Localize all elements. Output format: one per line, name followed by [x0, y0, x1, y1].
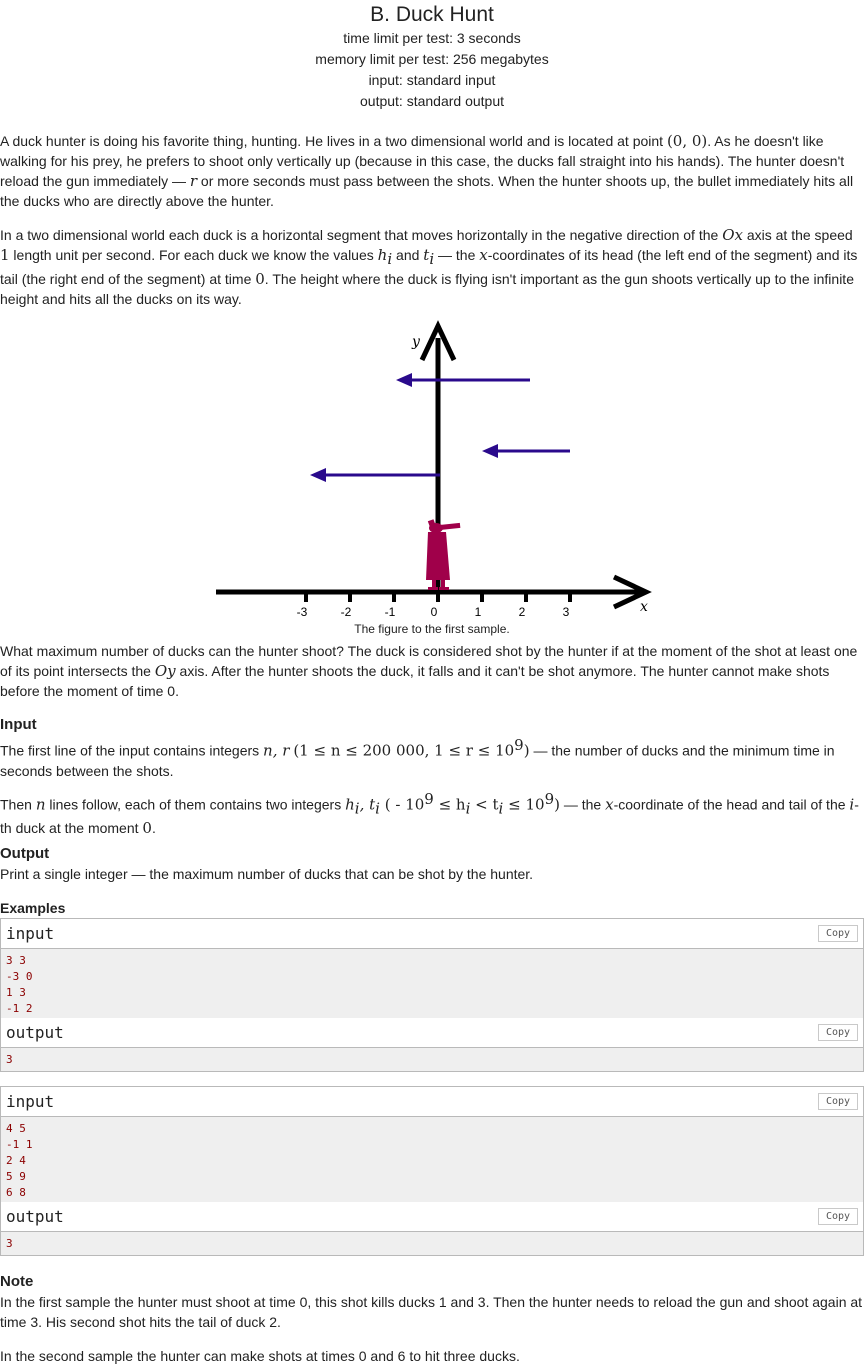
sample-1-input-text: 3 3 -3 0 1 3 -1 2 [1, 949, 863, 1019]
input-line-1: The first line of the input contains int… [0, 736, 835, 779]
sample-1-output-text: 3 [1, 1048, 863, 1071]
x-tick-label: 3 [563, 605, 570, 618]
note-title: Note [0, 1273, 34, 1290]
output-description: Print a single integer — the maximum num… [0, 866, 534, 882]
input-line-2: Then n lines follow, each of them contai… [0, 790, 859, 838]
sample-2-input-box: input Copy 4 5 -1 1 2 4 5 9 6 8 [0, 1086, 864, 1204]
x-tick-label: 0 [431, 605, 438, 618]
copy-button[interactable]: Copy [818, 1024, 858, 1041]
duck-hunt-figure: y x -3 -2 -1 0 1 2 3 [216, 320, 652, 618]
note-section: Note In the first sample the hunter must… [0, 1272, 864, 1366]
input-type: input: standard input [368, 72, 496, 88]
y-axis-label: y [411, 334, 421, 350]
sample-1-input-header: input Copy [1, 919, 863, 949]
statement-paragraph-2: In a two dimensional world each duck is … [0, 226, 858, 307]
figure-caption: The figure to the first sample. [354, 622, 510, 636]
output-type: output: standard output [360, 93, 504, 109]
statement-paragraph-3: What maximum number of ducks can the hun… [0, 643, 858, 699]
x-tick-label: -2 [341, 605, 352, 618]
x-tick-label: 1 [475, 605, 482, 618]
x-axis-ticks: -3 -2 -1 0 1 2 3 [297, 592, 572, 618]
duck-1 [310, 468, 440, 482]
input-section: Input The first line of the input contai… [0, 715, 864, 781]
sample-2-output-box: output Copy 3 [0, 1202, 864, 1256]
sample-2-input-text: 4 5 -1 1 2 4 5 9 6 8 [1, 1117, 863, 1203]
sample-2-input-label: input [6, 1092, 55, 1111]
sample-1-output-header: output Copy [1, 1018, 863, 1048]
statement-paragraph-1: A duck hunter is doing his favorite thin… [0, 132, 854, 209]
note-paragraph-2: In the second sample the hunter can make… [0, 1348, 520, 1364]
memory-limit: memory limit per test: 256 megabytes [315, 51, 549, 67]
copy-button[interactable]: Copy [818, 1208, 858, 1225]
time-limit: time limit per test: 3 seconds [343, 30, 521, 46]
problem-title: B. Duck Hunt [370, 3, 494, 26]
duck-2 [482, 444, 570, 458]
x-tick-label: -1 [385, 605, 396, 618]
problem-header: B. Duck Hunt time limit per test: 3 seco… [0, 0, 864, 112]
sample-2-output-label: output [6, 1207, 64, 1226]
sample-2-output-header: output Copy [1, 1202, 863, 1232]
x-tick-label: 2 [519, 605, 526, 618]
x-axis-label: x [640, 599, 648, 615]
sample-1-output-label: output [6, 1023, 64, 1042]
copy-button[interactable]: Copy [818, 925, 858, 942]
sample-1-input-label: input [6, 924, 55, 943]
hunter-figure [426, 519, 461, 590]
input-section-title: Input [0, 716, 37, 733]
sample-1-output-box: output Copy 3 [0, 1018, 864, 1072]
note-paragraph-1: In the first sample the hunter must shoo… [0, 1294, 863, 1330]
copy-button[interactable]: Copy [818, 1093, 858, 1110]
output-section: Output Print a single integer — the maxi… [0, 844, 864, 884]
x-tick-label: -3 [297, 605, 308, 618]
duck-3 [396, 373, 530, 387]
output-section-title: Output [0, 845, 50, 862]
examples-title: Examples [0, 900, 66, 916]
sample-2-input-header: input Copy [1, 1087, 863, 1117]
sample-1-input-box: input Copy 3 3 -3 0 1 3 -1 2 [0, 918, 864, 1020]
sample-2-output-text: 3 [1, 1232, 863, 1255]
